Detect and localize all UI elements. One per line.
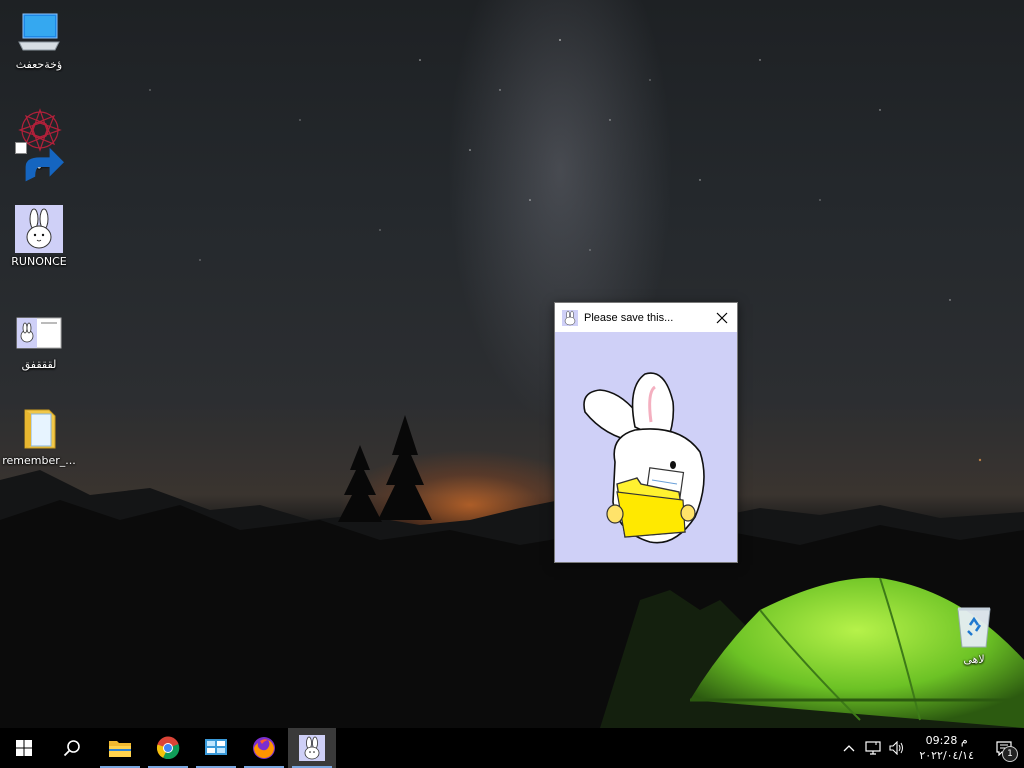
folder-file-icon	[15, 404, 63, 452]
desktop-icon-label: ؤخةحعفث	[15, 58, 63, 71]
show-hidden-icons-button[interactable]	[837, 728, 861, 768]
control-panel-icon	[205, 739, 227, 755]
desktop-icon-image-file[interactable]: لقققفق	[0, 308, 78, 372]
desktop-icon-mandala[interactable]: صهنه	[0, 106, 78, 182]
desktop-icon-label: RUNONCE	[11, 255, 67, 268]
notifications-button[interactable]: 1	[984, 728, 1024, 768]
start-button[interactable]	[0, 728, 48, 768]
desktop: ؤخةحعفث صهنه	[0, 0, 1024, 728]
notification-count: 1	[1002, 746, 1018, 762]
taskbar-firefox[interactable]	[240, 728, 288, 768]
clock-date: ٢٠٢٢/٠٤/١٤	[919, 749, 974, 762]
system-tray: 09:28 م ٢٠٢٢/٠٤/١٤ 1	[837, 728, 1024, 768]
clock[interactable]: 09:28 م ٢٠٢٢/٠٤/١٤	[909, 733, 984, 763]
chevron-up-icon	[843, 745, 855, 752]
close-button[interactable]	[707, 303, 737, 332]
volume-button[interactable]	[885, 728, 909, 768]
search-button[interactable]	[48, 728, 96, 768]
chrome-icon	[156, 736, 180, 760]
popup-titlebar[interactable]: Please save this...	[555, 303, 737, 332]
bunny-app-icon	[299, 735, 325, 761]
wallpaper	[0, 39, 1024, 728]
desktop-icon-runonce[interactable]: RUNONCE	[0, 205, 78, 269]
bunny-app-icon	[562, 309, 578, 326]
popup-title: Please save this...	[584, 311, 674, 324]
close-icon	[716, 312, 728, 323]
taskbar-chrome[interactable]	[144, 728, 192, 768]
desktop-icon-recycle-bin[interactable]: لاهى	[935, 603, 1013, 667]
recycle-bin-icon	[950, 603, 998, 651]
desktop-icon-remember-file[interactable]: remember_...	[0, 404, 78, 468]
clock-time: 09:28 م	[925, 734, 968, 747]
network-icon	[865, 741, 881, 755]
desktop-icon-label: لاهى	[963, 653, 985, 666]
bunny-app-icon	[15, 205, 63, 253]
monitor-icon	[15, 8, 63, 56]
popup-content	[555, 332, 737, 562]
taskbar-bunny-app[interactable]	[288, 728, 336, 768]
network-button[interactable]	[861, 728, 885, 768]
shortcut-arrow-icon	[15, 142, 64, 182]
search-icon	[63, 740, 80, 757]
firefox-icon	[253, 737, 275, 759]
desktop-icon-label: لقققفق	[21, 358, 57, 371]
desktop-icon-label: remember_...	[2, 454, 76, 467]
taskbar-control-panel[interactable]	[192, 728, 240, 768]
bunny-image-file-icon	[15, 308, 63, 356]
folder-icon	[109, 741, 131, 757]
popup-window[interactable]: Please save this...	[554, 302, 738, 563]
taskbar: 09:28 م ٢٠٢٢/٠٤/١٤ 1	[0, 728, 1024, 768]
mandala-shortcut-icon	[15, 106, 64, 182]
volume-icon	[889, 741, 904, 755]
taskbar-file-explorer[interactable]	[96, 728, 144, 768]
bunny-holding-folder-illustration	[583, 372, 705, 544]
desktop-icon-this-pc[interactable]: ؤخةحعفث	[0, 8, 78, 72]
windows-logo-icon	[16, 740, 32, 756]
